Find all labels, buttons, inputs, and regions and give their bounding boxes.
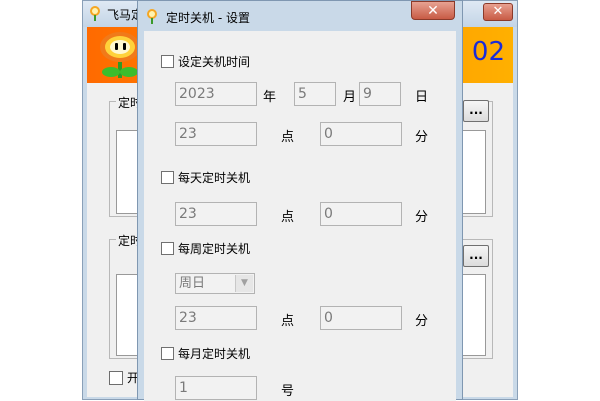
flower-icon [90,6,100,21]
day-input[interactable]: 9 [359,82,401,106]
specific-time-label: 设定关机时间 [178,55,251,69]
weekly-hour-input[interactable]: 23 [175,306,257,330]
monthly-label: 每月定时关机 [178,347,251,361]
day-unit: 日 [415,90,429,105]
month-unit: 月 [343,90,357,105]
year-input[interactable]: 2023 [175,82,257,106]
specific-hour-input[interactable]: 23 [175,122,257,146]
daily-label: 每天定时关机 [178,171,251,185]
daily-checkbox[interactable] [161,171,174,184]
year-unit: 年 [263,90,277,105]
weekly-checkbox[interactable] [161,242,174,255]
specific-minute-unit: 分 [415,130,429,145]
daily-minute-input[interactable]: 0 [320,202,402,226]
monthly-date-input[interactable]: 1 [175,376,257,400]
daily-hour-unit: 点 [281,210,295,225]
flower-icon [147,9,157,24]
specific-hour-unit: 点 [281,130,295,145]
chevron-down-icon[interactable]: ▼ [235,275,253,292]
monthly-checkbox[interactable] [161,347,174,360]
weekly-minute-unit: 分 [415,314,429,329]
daily-hour-input[interactable]: 23 [175,202,257,226]
daily-minute-unit: 分 [415,210,429,225]
weekday-select[interactable]: 周日 ▼ [175,273,255,294]
main-close-button[interactable]: ✕ [483,3,513,21]
weekly-hour-unit: 点 [281,314,295,329]
dialog-client-area: 设定关机时间 2023 年 5 月 9 日 23 点 0 分 每天定时关机 23… [144,31,456,401]
dialog-title: 定时关机 - 设置 [166,11,250,25]
monthly-date-unit: 号 [281,384,295,399]
banner-text: 02 [471,37,505,67]
month-input[interactable]: 5 [294,82,336,106]
startup-checkbox[interactable] [109,371,123,385]
weekday-select-value: 周日 [179,276,206,291]
main-browse-button-1[interactable]: ... [463,100,489,122]
dialog-titlebar[interactable]: 定时关机 - 设置 ✕ [138,1,462,31]
dialog-close-button[interactable]: ✕ [411,1,455,20]
weekly-minute-input[interactable]: 0 [320,306,402,330]
settings-dialog: 定时关机 - 设置 ✕ 设定关机时间 2023 年 5 月 9 日 23 点 0… [137,0,463,401]
specific-minute-input[interactable]: 0 [320,122,402,146]
specific-time-checkbox[interactable] [161,55,174,68]
weekly-label: 每周定时关机 [178,242,251,256]
main-browse-button-2[interactable]: ... [463,245,489,267]
